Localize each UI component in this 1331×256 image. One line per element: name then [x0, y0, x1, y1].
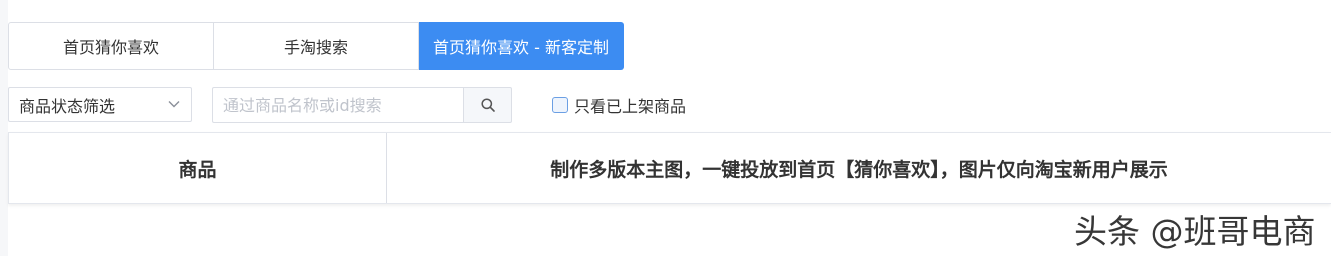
status-filter-select[interactable]: 商品状态筛选 [8, 87, 192, 122]
watermark: 头条 @班哥电商 [1074, 212, 1316, 251]
only-listed-checkbox-row[interactable]: 只看已上架商品 [552, 94, 686, 116]
table-header: 商品 制作多版本主图，一键投放到首页【猜你喜欢】，图片仅向淘宝新用户展示 [8, 132, 1331, 204]
only-listed-label: 只看已上架商品 [574, 97, 687, 116]
tab-label: 首页猜你喜欢 [62, 38, 159, 57]
search-button[interactable] [463, 87, 512, 123]
tab-label: 手淘搜索 [283, 38, 348, 57]
column-header-description: 制作多版本主图，一键投放到首页【猜你喜欢】，图片仅向淘宝新用户展示 [550, 158, 1168, 181]
status-filter-value: 商品状态筛选 [19, 96, 116, 116]
only-listed-checkbox[interactable] [552, 97, 568, 113]
tab-home-guess-you-like[interactable]: 首页猜你喜欢 [8, 22, 214, 70]
tab-bar: 首页猜你喜欢 手淘搜索 首页猜你喜欢 - 新客定制 [8, 22, 624, 70]
tab-label: 首页猜你喜欢 - 新客定制 [433, 38, 609, 57]
tab-taobao-search[interactable]: 手淘搜索 [214, 22, 419, 70]
chevron-down-icon [168, 101, 180, 108]
search-icon [480, 98, 495, 112]
column-header-goods: 商品 [9, 133, 387, 203]
tab-home-guess-you-like-new-customer[interactable]: 首页猜你喜欢 - 新客定制 [419, 22, 624, 70]
search-group [212, 87, 512, 123]
search-input[interactable] [212, 87, 463, 123]
